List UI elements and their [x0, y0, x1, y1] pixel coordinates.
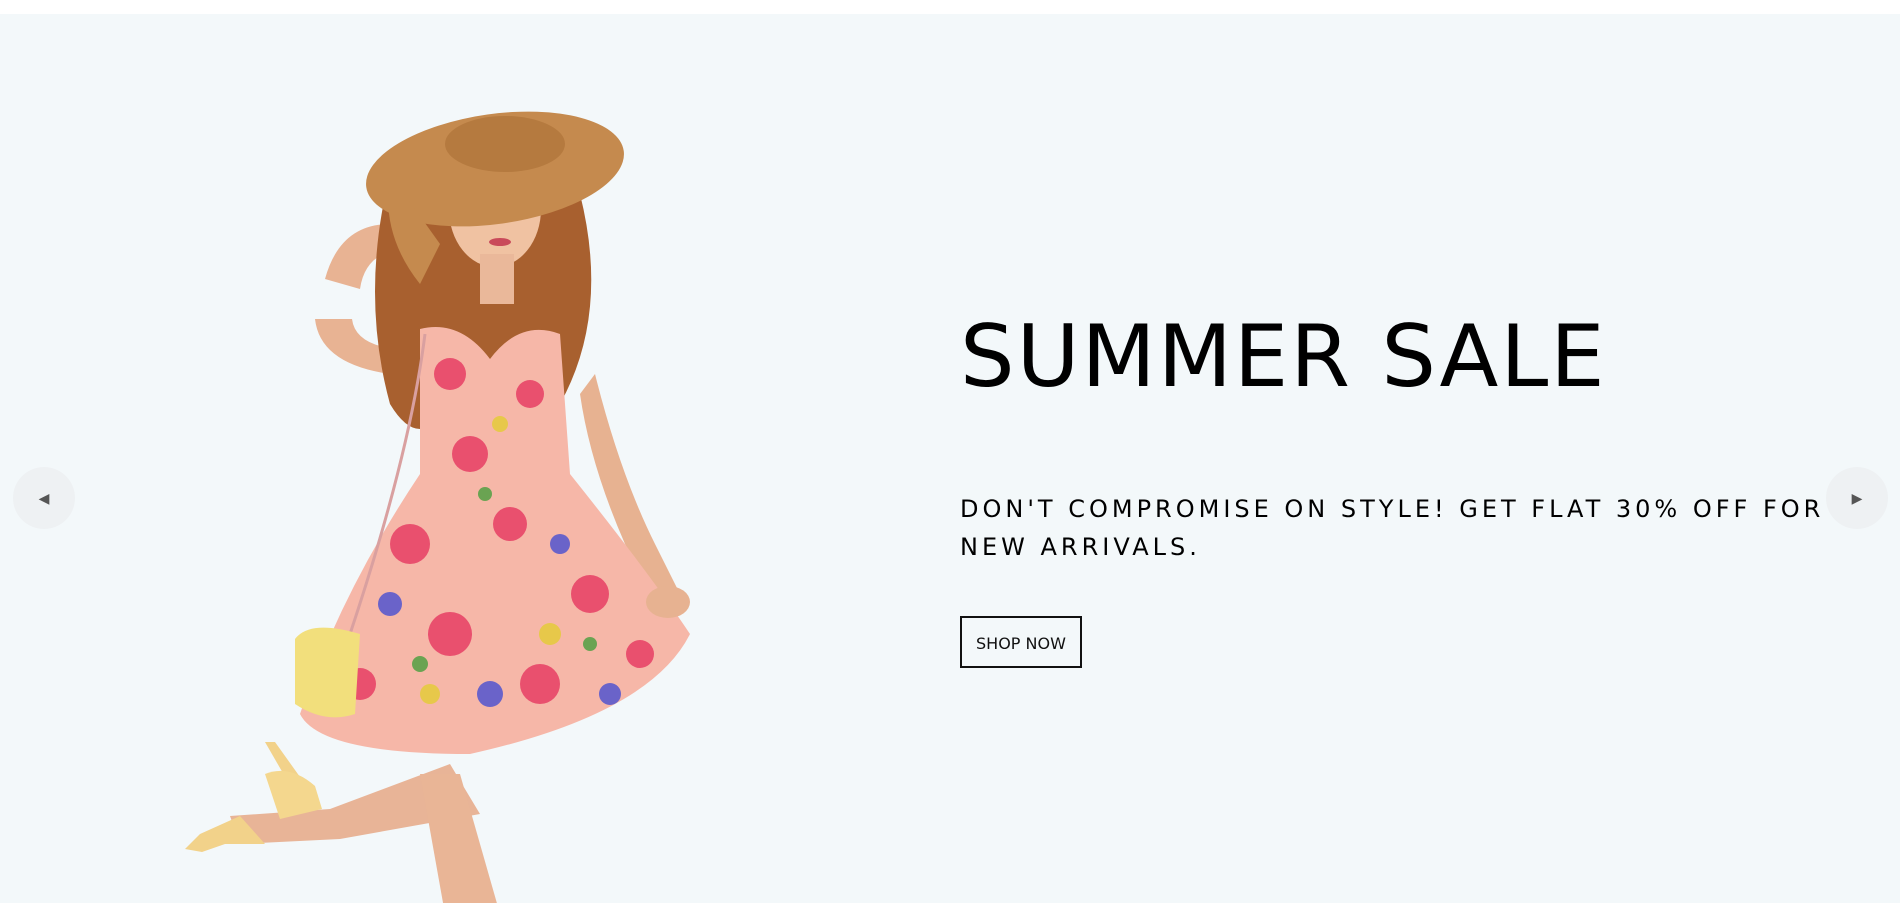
hero-copy: SUMMER SALE DON'T COMPROMISE ON STYLE! G…	[960, 314, 1860, 668]
hero-subtitle: DON'T COMPROMISE ON STYLE! GET FLAT 30% …	[960, 495, 1825, 561]
chevron-left-icon: ◀	[38, 490, 50, 506]
chevron-right-icon: ▶	[1851, 490, 1863, 506]
hero-image	[90, 74, 750, 903]
carousel-prev-button[interactable]: ◀	[13, 467, 75, 529]
top-strip	[0, 0, 1900, 14]
hero-banner: SUMMER SALE DON'T COMPROMISE ON STYLE! G…	[0, 14, 1900, 903]
shop-now-button[interactable]: SHOP NOW	[960, 616, 1082, 668]
hero-title: SUMMER SALE	[960, 307, 1607, 407]
carousel-next-button[interactable]: ▶	[1826, 467, 1888, 529]
